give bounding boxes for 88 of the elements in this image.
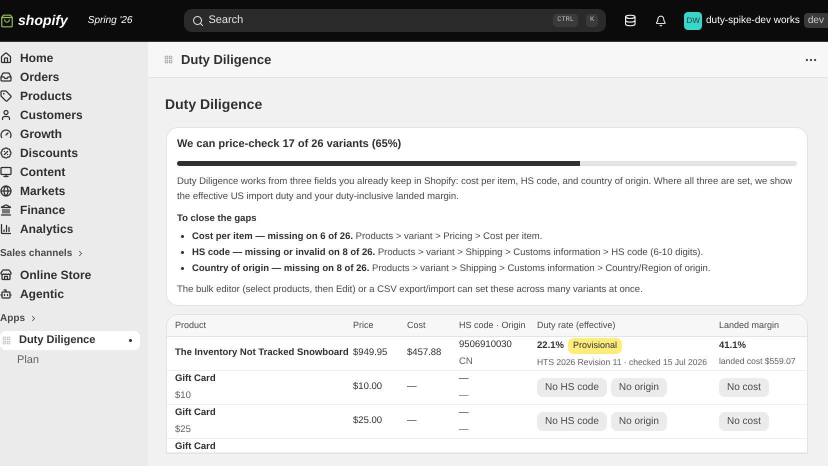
gap-item: Cost per item — missing on 6 of 26. Products > variant > Pricing > Cost per item. (192, 230, 542, 244)
status-tag: No origin (610, 412, 667, 431)
duty-note: HTS 2026 Revision 11 · checked 15 Jul 2026 (537, 356, 708, 369)
store-badge: dev (804, 13, 828, 28)
sub-nav-item[interactable]: Plan (17, 352, 148, 368)
duty-rate: 22.1% (537, 339, 564, 353)
nav-item[interactable]: Growth (20, 124, 62, 142)
gauge-icon (0, 128, 12, 140)
bullet-icon (181, 251, 184, 254)
table-cell-text: — (407, 414, 418, 428)
product-name[interactable]: Gift Card (175, 406, 353, 420)
bullet-icon (181, 267, 184, 270)
status-tag: No HS code (537, 378, 607, 397)
section-heading[interactable]: Apps (0, 311, 25, 326)
column-header: Price (353, 318, 375, 332)
app-icon (2, 336, 11, 345)
variant-label: $10 (175, 389, 192, 403)
footer-text: The bulk editor (select products, then Edit) or a CSV export/import can set these across many variants at once. (177, 282, 644, 297)
tag-icon (0, 90, 12, 102)
nav-item[interactable]: Online Store (20, 266, 92, 284)
origin-code: — (459, 422, 470, 436)
gap-item: Country of origin — missing on 8 of 26. Products > variant > Shipping > Customs information > Country/Region of origin. (192, 262, 710, 276)
store-avatar[interactable]: DW (684, 12, 702, 30)
column-header: Landed margin (719, 318, 780, 332)
robot-icon (0, 288, 12, 300)
intro-text: Duty Diligence works from three fields you already keep in Shopify: cost per item, HS code, and country of origin. Where all three are set, we show the effective US import duty and your duty-inclusive landed margin. (177, 174, 794, 204)
product-name[interactable]: The Inventory Not Tracked Snowboard (175, 346, 353, 361)
logo[interactable]: shopify (18, 10, 68, 31)
column-header: HS code · Origin (459, 318, 527, 332)
status-tag: No cost (719, 378, 769, 397)
table-cell-text: $457.88 (407, 346, 442, 360)
search-icon (192, 14, 204, 26)
monitor-icon (0, 166, 12, 178)
table-cell-text: $10.00 (353, 380, 384, 394)
globe-icon (0, 184, 12, 196)
provisional-badge: Provisional (568, 338, 622, 354)
store-icon (0, 268, 12, 280)
bar-chart-icon (0, 222, 12, 234)
nav-item[interactable]: Markets (20, 182, 66, 200)
discount-icon (0, 146, 12, 158)
status-tag: No HS code (537, 412, 607, 431)
person-icon (0, 108, 12, 120)
gaps-heading: To close the gaps (177, 212, 258, 226)
edition-label: Spring '26 (88, 14, 132, 28)
column-header: Duty rate (effective) (537, 318, 616, 332)
home-icon (0, 52, 12, 64)
status-tag: No cost (719, 412, 769, 431)
variant-label: $25 (175, 423, 192, 437)
nav-item[interactable]: Content (20, 162, 66, 180)
origin-code: — (459, 388, 470, 402)
app-title: Duty Diligence (181, 50, 272, 69)
table-cell-text: $949.95 (353, 346, 388, 360)
margin-value: 41.1% (719, 339, 747, 353)
hs-code: 9506910030 (459, 338, 513, 352)
nav-item[interactable]: Agentic (20, 284, 64, 302)
app-icon (164, 55, 173, 64)
product-name[interactable]: Gift Card (175, 372, 353, 386)
bullet-icon (181, 235, 184, 238)
nav-item[interactable]: Discounts (20, 144, 78, 162)
origin-code: CN (459, 354, 474, 368)
status-tag: No origin (610, 378, 667, 397)
database-icon[interactable] (624, 14, 637, 27)
nav-item[interactable]: Analytics (20, 220, 74, 238)
nav-item[interactable]: Products (20, 86, 72, 104)
search-placeholder: Search (208, 13, 244, 28)
hs-code: — (459, 406, 470, 420)
gap-item: HS code — missing or invalid on 8 of 26. Products > variant > Shipping > Customs information > HS code (6-10 digits). (192, 246, 704, 260)
bell-icon[interactable] (654, 14, 666, 26)
nav-item[interactable]: Home (20, 48, 54, 66)
table-cell-text: — (407, 380, 418, 394)
nav-item[interactable]: Finance (20, 200, 66, 218)
margin-note: landed cost $559.07 (719, 355, 797, 368)
section-heading[interactable]: Sales channels (0, 246, 72, 261)
bag-logo-icon (0, 14, 14, 28)
page-title: Duty Diligence (165, 95, 264, 114)
table-cell-text: $25.00 (353, 414, 384, 428)
store-name[interactable]: duty-spike-dev works (706, 13, 800, 28)
nav-item[interactable]: Orders (20, 68, 60, 86)
bank-icon (0, 204, 12, 216)
app-nav-item[interactable]: Duty Diligence (0, 331, 140, 350)
product-name[interactable]: Gift Card (175, 440, 353, 453)
nav-item[interactable]: Customers (20, 106, 83, 124)
hs-code: — (459, 372, 470, 386)
chevron-icon (29, 314, 38, 323)
column-header: Cost (407, 318, 427, 332)
inbox-icon (0, 70, 12, 82)
card-title: We can price-check 17 of 26 variants (65%) (177, 137, 402, 152)
column-header: Product (175, 318, 208, 332)
